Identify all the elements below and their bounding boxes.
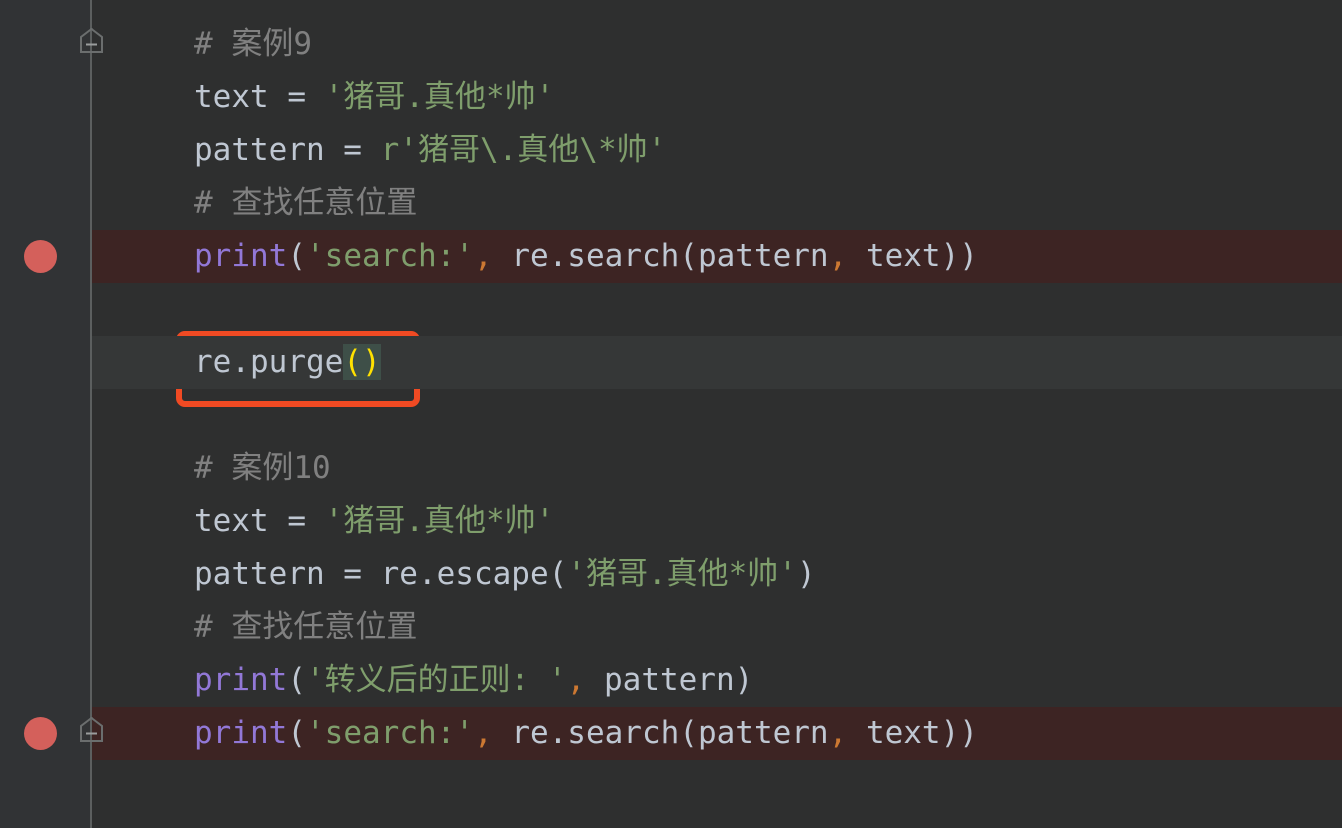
token-plain: re.search(pattern bbox=[492, 715, 829, 751]
fold-marker-bottom[interactable] bbox=[78, 717, 105, 747]
token-plain: text = bbox=[194, 79, 325, 115]
token-plain: text = bbox=[194, 503, 325, 539]
token-paren-hl: () bbox=[343, 344, 381, 380]
token-plain: pattern) bbox=[585, 662, 754, 698]
line-pattern-escape[interactable]: pattern = re.escape('猪哥.真他*帅') bbox=[92, 548, 1342, 601]
editor-gutter[interactable] bbox=[0, 0, 91, 828]
comment-text: # 查找任意位置 bbox=[194, 185, 418, 221]
line-print-escaped[interactable]: print('转义后的正则: ', pattern) bbox=[92, 654, 1342, 707]
breakpoint-line-print-search-1[interactable] bbox=[24, 240, 57, 273]
fold-spine bbox=[90, 0, 91, 828]
token-string: 'search:' bbox=[306, 715, 474, 751]
line-comment-search-any-1[interactable]: # 查找任意位置 bbox=[92, 177, 1342, 230]
comment-text: # 案例9 bbox=[194, 26, 312, 62]
token-comma: , bbox=[473, 238, 493, 274]
token-plain: re.search(pattern bbox=[492, 238, 829, 274]
line-print-search-1[interactable]: print('search:', re.search(pattern, text… bbox=[92, 230, 1342, 283]
token-plain: ) bbox=[796, 556, 816, 592]
comment-text: # 案例10 bbox=[194, 450, 331, 486]
token-plain: ( bbox=[287, 662, 306, 698]
token-string: '转义后的正则: ' bbox=[306, 662, 567, 698]
token-plain: text)) bbox=[847, 238, 978, 274]
line-comment-search-any-2[interactable]: # 查找任意位置 bbox=[92, 601, 1342, 654]
token-comma: , bbox=[473, 715, 493, 751]
token-comma: , bbox=[828, 715, 848, 751]
token-plain: pattern = bbox=[194, 132, 381, 168]
line-text-assign-1[interactable]: text = '猪哥.真他*帅' bbox=[92, 71, 1342, 124]
token-plain: pattern = re.escape( bbox=[194, 556, 568, 592]
line-blank-1[interactable] bbox=[92, 283, 1342, 336]
line-print-search-2[interactable]: print('search:', re.search(pattern, text… bbox=[92, 707, 1342, 760]
token-string: '猪哥.真他*帅' bbox=[324, 503, 555, 539]
fold-marker-top[interactable] bbox=[78, 28, 105, 58]
line-text-assign-2[interactable]: text = '猪哥.真他*帅' bbox=[92, 495, 1342, 548]
token-keyfn: print bbox=[194, 238, 288, 274]
token-plain: text)) bbox=[847, 715, 978, 751]
comment-text: # 查找任意位置 bbox=[194, 609, 418, 645]
token-keyfn: print bbox=[194, 662, 288, 698]
code-lines-container[interactable]: # 案例9 text = '猪哥.真他*帅' pattern = r'猪哥\.真他\… bbox=[92, 0, 1342, 828]
code-editor: # 案例9 text = '猪哥.真他*帅' pattern = r'猪哥\.真他\… bbox=[0, 0, 1342, 828]
line-comment-case9[interactable]: # 案例9 bbox=[92, 18, 1342, 71]
token-string: 'search:' bbox=[306, 238, 474, 274]
token-comma: , bbox=[828, 238, 848, 274]
line-pattern-raw[interactable]: pattern = r'猪哥\.真他\*帅' bbox=[92, 124, 1342, 177]
token-keyfn: print bbox=[194, 715, 288, 751]
token-string: '猪哥.真他*帅' bbox=[567, 556, 797, 592]
token-plain: ( bbox=[287, 238, 306, 274]
token-comma: , bbox=[566, 662, 586, 698]
line-re-purge[interactable]: re.purge() bbox=[92, 336, 1342, 389]
line-comment-case10[interactable]: # 案例10 bbox=[92, 442, 1342, 495]
token-string: r'猪哥\.真他\*帅' bbox=[380, 132, 667, 168]
token-plain: re.purge bbox=[194, 344, 344, 380]
token-string: '猪哥.真他*帅' bbox=[324, 79, 555, 115]
breakpoint-line-print-search-2[interactable] bbox=[24, 717, 57, 750]
token-plain: ( bbox=[287, 715, 306, 751]
